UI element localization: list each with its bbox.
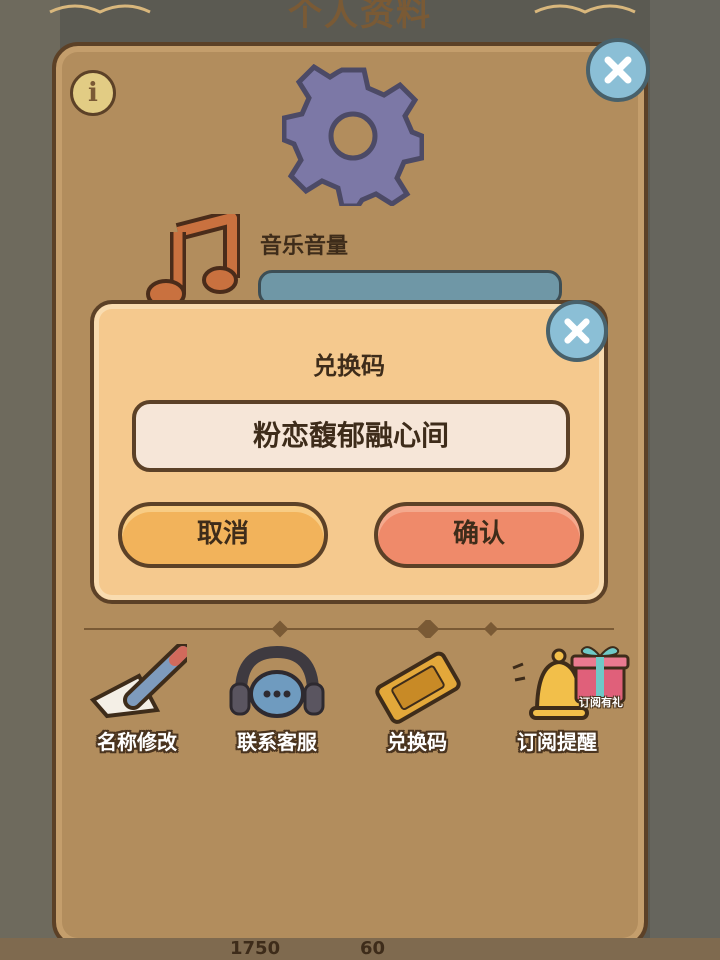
coin-count: 1750 xyxy=(230,938,281,959)
dialog-close-button[interactable] xyxy=(546,300,608,362)
cancel-button[interactable]: 取消 xyxy=(118,502,328,568)
close-icon xyxy=(564,318,590,344)
redeem-dialog: 兑换码 粉恋馥郁融心间 取消 确认 xyxy=(90,300,608,604)
gem-count: 60 xyxy=(360,938,386,959)
dialog-title: 兑换码 xyxy=(313,352,385,380)
redeem-code-input[interactable]: 粉恋馥郁融心间 xyxy=(132,400,570,472)
confirm-button[interactable]: 确认 xyxy=(374,502,584,568)
